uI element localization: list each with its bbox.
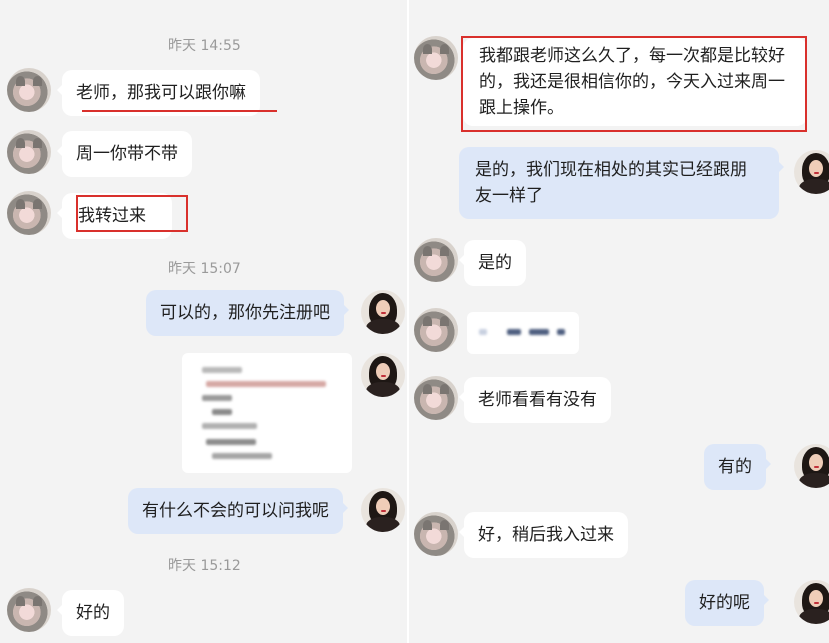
message-bubble-sent[interactable]: 有什么不会的可以问我呢	[128, 488, 348, 534]
contact-avatar[interactable]	[414, 308, 458, 352]
blurred-message[interactable]	[467, 312, 579, 354]
left-chat-panel: 昨天 14:55 老师，那我可以跟你嘛 周一你带不带 我转过来 昨天 15:07…	[0, 0, 407, 643]
contact-avatar[interactable]	[414, 238, 458, 282]
message-bubble-received[interactable]: 是的	[459, 240, 526, 286]
contact-avatar[interactable]	[7, 191, 51, 235]
teacher-avatar[interactable]	[794, 580, 829, 624]
teacher-avatar[interactable]	[361, 353, 405, 397]
contact-avatar[interactable]	[414, 512, 458, 556]
message-bubble-received[interactable]: 好，稍后我入过来	[459, 512, 628, 558]
contact-avatar[interactable]	[7, 588, 51, 632]
message-bubble-sent[interactable]: 是的，我们现在相处的其实已经跟朋友一样了	[459, 147, 784, 219]
red-box-annotation	[76, 195, 188, 232]
message-bubble-received[interactable]: 老师看看有没有	[459, 377, 611, 423]
contact-avatar[interactable]	[414, 376, 458, 420]
message-bubble-received[interactable]: 周一你带不带	[57, 131, 192, 177]
teacher-avatar[interactable]	[794, 150, 829, 194]
red-box-annotation	[461, 36, 807, 132]
contact-avatar[interactable]	[7, 130, 51, 174]
blurred-image-message[interactable]	[182, 353, 352, 473]
teacher-avatar[interactable]	[361, 488, 405, 532]
teacher-avatar[interactable]	[361, 290, 405, 334]
message-bubble-sent[interactable]: 好的呢	[685, 580, 769, 626]
message-bubble-sent[interactable]: 可以的，那你先注册吧	[146, 290, 349, 336]
red-underline-annotation	[82, 110, 277, 112]
timestamp: 昨天 15:07	[168, 261, 241, 277]
contact-avatar[interactable]	[414, 36, 458, 80]
message-bubble-received[interactable]: 好的	[57, 590, 124, 636]
message-bubble-sent[interactable]: 有的	[704, 444, 771, 490]
teacher-avatar[interactable]	[794, 444, 829, 488]
contact-avatar[interactable]	[7, 68, 51, 112]
timestamp: 昨天 14:55	[168, 38, 241, 54]
timestamp: 昨天 15:12	[168, 558, 241, 574]
right-chat-panel: 我都跟老师这么久了，每一次都是比较好的，我还是很相信你的，今天入过来周一跟上操作…	[409, 0, 829, 643]
